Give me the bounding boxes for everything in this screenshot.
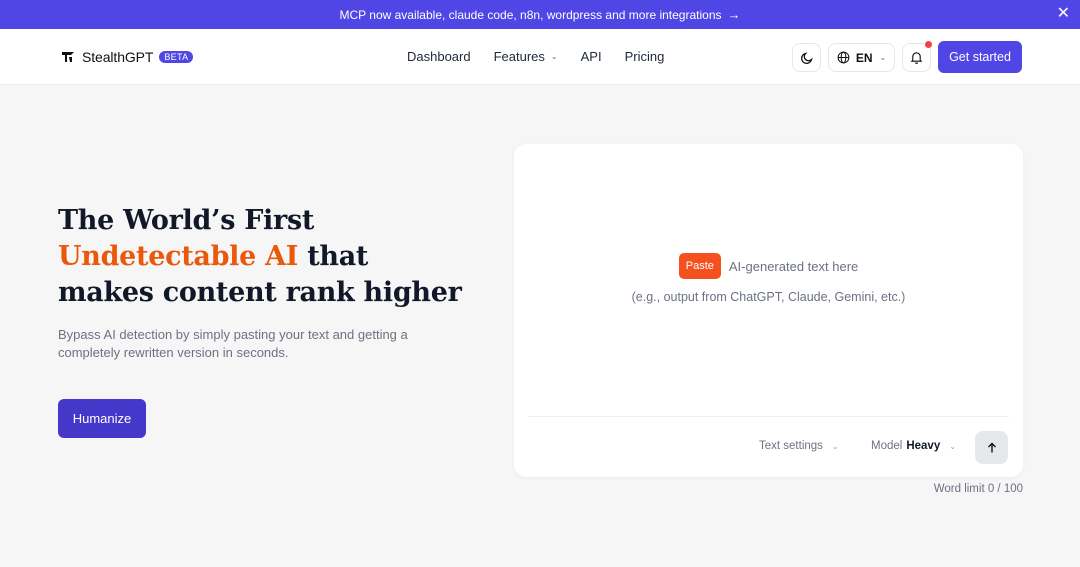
hero-title-line3: makes content rank higher xyxy=(58,277,462,308)
nav-item-label: Features xyxy=(493,49,545,64)
language-value: EN xyxy=(855,50,873,65)
paste-row: Paste AI-generated text here xyxy=(514,253,1023,279)
nav-item-pricing[interactable]: Pricing xyxy=(625,49,665,64)
editor-example: (e.g., output from ChatGPT, Claude, Gemi… xyxy=(631,290,906,304)
text-settings-label: Text settings xyxy=(759,440,823,452)
text-settings-dropdown[interactable]: Text settings ⌄ xyxy=(759,440,839,452)
announcement-text[interactable]: MCP now available, claude code, n8n, wor… xyxy=(340,8,722,22)
nav-item-label: API xyxy=(580,49,602,64)
text-editor[interactable]: Paste AI-generated text here (e.g., outp… xyxy=(514,144,1023,477)
brand-logo[interactable]: StealthGPT BETA xyxy=(61,49,194,65)
nav-item-dashboard[interactable]: Dashboard xyxy=(407,49,471,64)
editor-placeholder: AI-generated text here xyxy=(728,258,859,274)
nav-item-features[interactable]: Features ⌄ xyxy=(494,49,558,64)
moon-icon xyxy=(800,51,813,64)
model-label: Model xyxy=(871,440,903,452)
beta-badge: BETA xyxy=(159,51,194,63)
hero-title: The World’s First Undetectable AI that m… xyxy=(58,203,462,311)
paste-button[interactable]: Paste xyxy=(678,253,721,279)
editor-divider xyxy=(528,416,1009,417)
top-nav: StealthGPT BETA Dashboard Features ⌄ API… xyxy=(0,29,1080,85)
nav-item-label: Dashboard xyxy=(407,49,471,64)
hero-subtitle: Bypass AI detection by simply pasting yo… xyxy=(58,327,408,360)
humanize-button[interactable]: Humanize xyxy=(58,399,146,438)
nav-item-api[interactable]: API xyxy=(581,49,602,64)
chevron-down-icon: ⌄ xyxy=(879,53,887,62)
notification-dot xyxy=(925,41,932,48)
language-select[interactable]: EN ⌄ xyxy=(828,43,895,72)
nav-item-label: Pricing xyxy=(624,49,665,64)
hero-title-accent: Undetectable AI xyxy=(58,241,299,272)
model-value: Heavy xyxy=(906,440,941,452)
hero-title-line1: The World’s First xyxy=(58,205,315,236)
logo-icon xyxy=(62,52,74,62)
chevron-down-icon: ⌄ xyxy=(949,441,956,451)
word-limit: Word limit 0 / 100 xyxy=(933,483,1023,495)
arrow-right-icon: → xyxy=(727,7,741,22)
bell-icon xyxy=(910,52,923,64)
announcement-bar[interactable]: MCP now available, claude code, n8n, wor… xyxy=(0,0,1080,29)
brand-name: StealthGPT xyxy=(82,49,154,65)
globe-icon xyxy=(837,51,850,64)
close-icon[interactable]: ✕ xyxy=(1057,5,1070,23)
hero-title-line2-rest: that xyxy=(298,241,369,272)
theme-toggle-button[interactable] xyxy=(792,43,821,72)
get-started-button[interactable]: Get started xyxy=(938,41,1022,73)
chevron-down-icon: ⌄ xyxy=(550,52,558,61)
main-menu: Dashboard Features ⌄ API Pricing xyxy=(407,49,687,64)
submit-button[interactable] xyxy=(975,431,1008,464)
model-dropdown[interactable]: Model Heavy ⌄ xyxy=(871,440,956,452)
chevron-down-icon: ⌄ xyxy=(831,441,839,451)
arrow-up-icon xyxy=(987,442,996,452)
